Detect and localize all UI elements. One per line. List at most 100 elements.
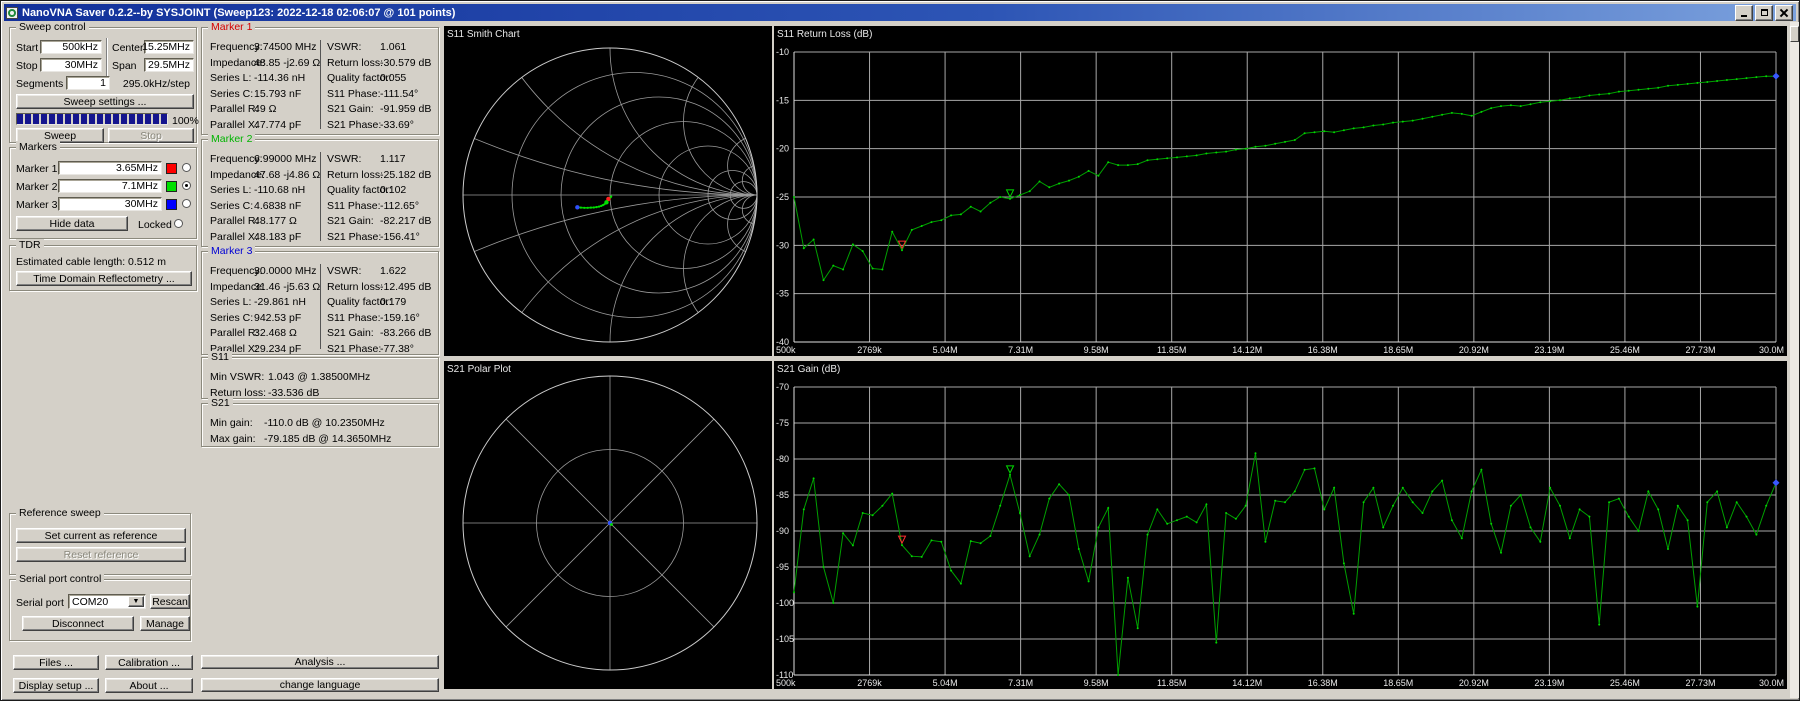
serial-port-combobox[interactable]: COM20 ▼: [68, 594, 146, 609]
app-icon: [6, 6, 18, 19]
s11-summary-title: S11: [208, 351, 232, 363]
marker-2-select-radio[interactable]: [182, 181, 191, 190]
field-value: -111.54°: [380, 87, 419, 100]
tdr-button[interactable]: Time Domain Reflectometry ...: [16, 271, 192, 286]
window-title: NanoVNA Saver 0.2.2--by SYSJOINT (Sweep1…: [22, 6, 456, 19]
field-value: 0.055: [380, 72, 407, 84]
marker-1-frequency-input[interactable]: 3.65MHz: [58, 161, 162, 175]
svg-text:S11 Return Loss (dB): S11 Return Loss (dB): [777, 29, 872, 40]
marker-1-select-radio[interactable]: [182, 163, 191, 172]
s11-smith-chart[interactable]: S11 Smith Chart: [444, 26, 772, 356]
center-label: Center: [112, 42, 144, 54]
set-reference-button[interactable]: Set current as reference: [16, 528, 186, 543]
marker-3-color-swatch[interactable]: [166, 199, 177, 210]
s21-summary-panel: S21 Min gain: Max gain: -110.0 dB @ 10.2…: [201, 397, 439, 447]
s21-gain-chart[interactable]: 500k 2769k 5.04M 7.31M 9.58M 11.85M 14.12M 16.3…: [774, 361, 1787, 689]
min-gain-label: Min gain:: [210, 417, 253, 429]
stop-frequency-input[interactable]: 30MHz: [40, 58, 102, 72]
field-value: 49 Ω: [254, 103, 277, 115]
reset-reference-button: Reset reference: [16, 547, 186, 562]
field-value: 3.74500 MHz: [254, 41, 317, 53]
svg-text:-10: -10: [776, 47, 789, 57]
marker-2-color-swatch[interactable]: [166, 181, 177, 192]
polar-plot-canvas: S21 Polar Plot: [447, 364, 758, 671]
svg-text:S21 Polar Plot: S21 Polar Plot: [447, 364, 511, 375]
calibration-button[interactable]: Calibration ...: [105, 655, 193, 670]
cable-length-value: 0.512 m: [128, 256, 166, 268]
marker-3-select-radio[interactable]: [182, 199, 191, 208]
field-value: 30.0000 MHz: [254, 265, 317, 277]
change-language-button[interactable]: change language: [201, 678, 439, 692]
svg-text:25.46M: 25.46M: [1610, 678, 1640, 688]
sweep-settings-button[interactable]: Sweep settings ...: [16, 94, 194, 109]
svg-text:S11 Smith Chart: S11 Smith Chart: [447, 29, 520, 40]
sweep-control-group: Sweep control Start 500kHz Center 15.25M…: [9, 21, 199, 143]
about-button[interactable]: About ...: [105, 678, 193, 693]
svg-text:2769k: 2769k: [857, 345, 882, 355]
field-value: -114.36 nH: [254, 72, 306, 84]
segments-input[interactable]: 1: [66, 76, 110, 90]
analysis-button[interactable]: Analysis ...: [201, 655, 439, 669]
marker-3-info-panel: Marker 3 Frequency: Impedance: Series L: Ser…: [201, 245, 439, 355]
manage-button[interactable]: Manage: [140, 616, 190, 631]
field-value: -77.38°: [380, 342, 414, 355]
stop-label: Stop: [16, 60, 38, 72]
minimize-button[interactable]: [1735, 4, 1753, 21]
step-size-text: 295.0kHz/step: [122, 78, 190, 90]
field-value: 6.99000 MHz: [254, 153, 317, 165]
marker-2-frequency-input[interactable]: 7.1MHz: [58, 179, 162, 193]
span-frequency-input[interactable]: 29.5MHz: [144, 58, 194, 72]
field-value: 1.061: [380, 41, 407, 53]
svg-text:-110: -110: [776, 670, 793, 680]
locked-checkbox[interactable]: [174, 219, 183, 228]
center-frequency-input[interactable]: 15.25MHz: [142, 40, 194, 54]
cable-length-label: Estimated cable length:: [16, 256, 126, 268]
s11-return-loss-chart[interactable]: 500k 2769k 5.04M 7.31M 9.58M 11.85M 14.12M 16.3…: [774, 26, 1787, 356]
serial-port-value: COM20: [72, 595, 109, 608]
serial-port-label: Serial port: [16, 597, 64, 609]
svg-text:20.92M: 20.92M: [1459, 678, 1489, 688]
close-button[interactable]: [1775, 4, 1793, 21]
marker-3-frequency-input[interactable]: 30MHz: [58, 197, 162, 211]
field-value: 4.6838 nF: [254, 199, 302, 212]
field-value: 47.68 -j4.86 Ω: [254, 168, 321, 181]
svg-text:25.46M: 25.46M: [1610, 345, 1640, 355]
svg-text:5.04M: 5.04M: [933, 678, 958, 688]
locked-label: Locked: [138, 219, 172, 231]
s11-summary-panel: S11 Min VSWR: Return loss: 1.043 @ 1.385…: [201, 351, 439, 399]
start-frequency-input[interactable]: 500kHz: [40, 40, 102, 54]
disconnect-button[interactable]: Disconnect: [22, 616, 134, 631]
serial-port-group: Serial port control Serial port COM20 ▼ …: [9, 573, 191, 641]
svg-text:-20: -20: [776, 144, 789, 154]
svg-text:-100: -100: [776, 598, 794, 608]
files-button[interactable]: Files ...: [13, 655, 99, 670]
svg-text:9.58M: 9.58M: [1084, 345, 1109, 355]
field-value: 48.183 pF: [254, 230, 302, 243]
field-value: 942.53 pF: [254, 311, 302, 324]
tdr-group-title: TDR: [16, 239, 44, 251]
svg-text:27.73M: 27.73M: [1685, 345, 1715, 355]
reference-sweep-title: Reference sweep: [16, 507, 104, 519]
field-value: 47.774 pF: [254, 118, 302, 131]
span-label: Span: [112, 60, 137, 72]
s21-polar-plot[interactable]: S21 Polar Plot: [444, 361, 772, 689]
display-setup-button[interactable]: Display setup ...: [13, 678, 99, 693]
vertical-scrollbar[interactable]: [1790, 22, 1799, 698]
segments-label: Segments: [16, 78, 64, 90]
marker-info-title: Marker 1: [208, 21, 256, 33]
field-value: 29.234 pF: [254, 342, 302, 355]
svg-text:S21 Gain (dB): S21 Gain (dB): [777, 364, 840, 375]
svg-text:-85: -85: [776, 490, 789, 500]
hide-data-button[interactable]: Hide data: [16, 216, 128, 231]
scrollbar-thumb[interactable]: [1790, 26, 1799, 42]
title-bar: NanoVNA Saver 0.2.2--by SYSJOINT (Sweep1…: [4, 4, 1796, 21]
sweep-control-title: Sweep control: [16, 21, 89, 33]
rescan-button[interactable]: Rescan: [150, 594, 190, 609]
field-value: -30.579 dB: [380, 56, 432, 69]
maximize-button[interactable]: [1755, 4, 1773, 21]
combobox-dropdown-icon[interactable]: ▼: [128, 596, 144, 607]
marker-1-color-swatch[interactable]: [166, 163, 177, 174]
field-value: -159.16°: [380, 311, 420, 324]
svg-text:-15: -15: [776, 95, 789, 105]
svg-text:14.12M: 14.12M: [1232, 345, 1262, 355]
